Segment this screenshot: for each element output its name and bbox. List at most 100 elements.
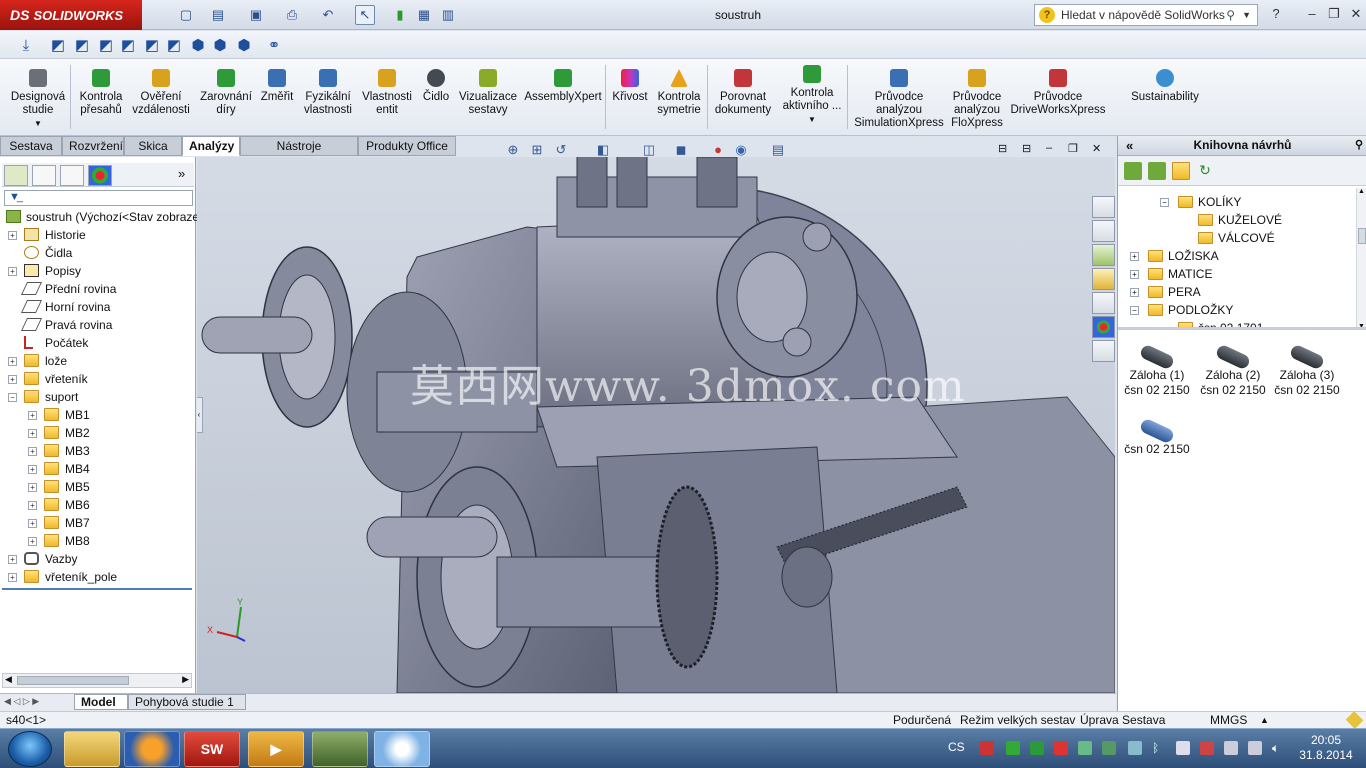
expand-toggle-icon[interactable]: +: [28, 429, 37, 438]
view-left-icon[interactable]: ◩: [96, 35, 116, 55]
view-bottom-icon[interactable]: ◩: [164, 35, 184, 55]
explorer-taskbar-icon[interactable]: [64, 731, 120, 767]
appearances-icon[interactable]: [1092, 316, 1115, 338]
expand-toggle-icon[interactable]: +: [1130, 252, 1139, 261]
expand-toggle-icon[interactable]: +: [28, 519, 37, 528]
tile-vertical-icon[interactable]: ⊟: [1022, 142, 1031, 155]
tab-skica[interactable]: Skica: [124, 136, 182, 156]
close-button[interactable]: ✕: [1346, 6, 1366, 24]
view-settings-icon[interactable]: ▤: [770, 142, 786, 158]
expand-toggle-icon[interactable]: +: [28, 411, 37, 420]
rollback-bar[interactable]: [2, 588, 192, 590]
expand-panel-icon[interactable]: »: [178, 166, 185, 181]
clock[interactable]: 20:05 31.8.2014: [1296, 733, 1356, 763]
expand-toggle-icon[interactable]: +: [8, 555, 17, 564]
open-icon[interactable]: ▤: [208, 5, 228, 25]
hole-alignment-button[interactable]: Zarovnání díry: [196, 63, 256, 133]
expand-toggle-icon[interactable]: +: [8, 231, 17, 240]
panel-collapse-handle[interactable]: ‹: [197, 397, 203, 433]
isometric-icon[interactable]: ⬢: [188, 35, 208, 55]
appearance-icon[interactable]: ●: [710, 142, 726, 158]
zoom-area-icon[interactable]: ⊞: [529, 142, 545, 158]
zoom-to-fit-icon[interactable]: ⊕: [505, 142, 521, 158]
bluetooth-icon[interactable]: ᛒ: [1152, 741, 1166, 755]
scene-icon[interactable]: ◉: [733, 142, 749, 158]
search-icon[interactable]: ⚲: [1226, 5, 1235, 25]
view-palette-icon[interactable]: [1092, 292, 1115, 314]
status-units[interactable]: MMGS: [1210, 712, 1247, 729]
compare-documents-button[interactable]: Porovnat dokumenty: [710, 63, 776, 133]
graphics-area[interactable]: Y X ‹: [197, 157, 1115, 693]
tray-square-icon[interactable]: [1030, 741, 1044, 755]
section-view-icon[interactable]: ◧: [595, 142, 611, 158]
tag-icon[interactable]: [1345, 711, 1364, 729]
tray-flag-icon[interactable]: [1200, 741, 1214, 755]
language-indicator[interactable]: CS: [948, 740, 965, 754]
tab-rozvrzeni[interactable]: Rozvržení: [62, 136, 124, 156]
restore-button[interactable]: ❐: [1324, 6, 1344, 24]
sensor-button[interactable]: Čidlo: [418, 63, 454, 133]
tab-produkty-office[interactable]: Produkty Office: [358, 136, 456, 156]
expand-toggle-icon[interactable]: +: [28, 447, 37, 456]
check-active-document-button[interactable]: Kontrola aktivního ... ▼: [778, 59, 846, 129]
tab-scroll-arrows[interactable]: ◀ ◁ ▷ ▶: [4, 696, 39, 707]
solidworks-logo[interactable]: DS SOLIDWORKS: [0, 0, 142, 30]
tray-pdf-icon[interactable]: [1054, 741, 1068, 755]
normal-to-icon[interactable]: ⤓: [16, 35, 36, 55]
expand-toggle-icon[interactable]: +: [28, 501, 37, 510]
undo-icon[interactable]: ↶: [318, 5, 338, 25]
tab-sestava[interactable]: Sestava: [0, 136, 62, 156]
tray-files-icon[interactable]: [1224, 741, 1238, 755]
view-right-icon[interactable]: ◩: [118, 35, 138, 55]
expand-toggle-icon[interactable]: −: [1130, 306, 1139, 315]
mass-properties-button[interactable]: Fyzikální vlastnosti: [298, 63, 358, 133]
start-button[interactable]: [8, 731, 52, 767]
tab-analyzy[interactable]: Analýzy: [182, 136, 240, 156]
sustainability-button[interactable]: Sustainability: [1126, 63, 1204, 133]
driveworksxpress-button[interactable]: Průvodce DriveWorksXpress: [1008, 63, 1108, 133]
tab-motion-study-1[interactable]: Pohybová studie 1: [128, 694, 246, 710]
library-part[interactable]: Záloha (1) čsn 02 2150: [1122, 343, 1192, 398]
expand-toggle-icon[interactable]: +: [8, 357, 17, 366]
tile-horizontal-icon[interactable]: ⊟: [998, 142, 1007, 155]
units-chevron-icon[interactable]: ▲: [1260, 712, 1269, 729]
options-icon[interactable]: ▥: [438, 5, 458, 25]
expand-toggle-icon[interactable]: +: [8, 375, 17, 384]
help-search-input[interactable]: ? Hledat v nápovědě SolidWorks ⚲ ▼: [1034, 4, 1258, 26]
feature-tree-tab-icon[interactable]: [4, 165, 28, 186]
configuration-manager-tab-icon[interactable]: [60, 165, 84, 186]
view-orientation-icon[interactable]: ◫: [641, 142, 657, 158]
tray-shield-icon[interactable]: [980, 741, 994, 755]
symmetry-check-button[interactable]: Kontrola symetrie: [652, 63, 706, 133]
solidworks-taskbar-icon[interactable]: SW: [184, 731, 240, 767]
expand-toggle-icon[interactable]: +: [8, 573, 17, 582]
select-arrow-icon[interactable]: ↖: [355, 5, 375, 25]
expand-toggle-icon[interactable]: −: [8, 393, 17, 402]
print-icon[interactable]: ⎙: [282, 5, 302, 25]
collapse-panel-icon[interactable]: «: [1126, 136, 1133, 155]
expand-toggle-icon[interactable]: +: [28, 483, 37, 492]
view-front-icon[interactable]: ◩: [48, 35, 68, 55]
horizontal-scrollbar[interactable]: ◀ ▶: [2, 673, 192, 688]
curvature-button[interactable]: Křivost: [610, 63, 650, 133]
new-document-icon[interactable]: ▢: [176, 5, 196, 25]
library-part[interactable]: Záloha (3) čsn 02 2150: [1272, 343, 1342, 398]
assembly-visualization-button[interactable]: Vizualizace sestavy: [456, 63, 520, 133]
chevron-down-icon[interactable]: ▼: [1242, 5, 1251, 25]
firefox-taskbar-icon[interactable]: [124, 731, 180, 767]
doc-close-icon[interactable]: ✕: [1092, 142, 1101, 155]
tray-monitor-icon[interactable]: [1102, 741, 1116, 755]
measure-button[interactable]: Změřit: [256, 63, 298, 133]
assemblyxpert-button[interactable]: AssemblyXpert: [524, 63, 602, 133]
link-views-icon[interactable]: ⚭: [264, 35, 284, 55]
expand-toggle-icon[interactable]: +: [1130, 270, 1139, 279]
design-library-icon[interactable]: [1092, 244, 1115, 266]
screen-capture-taskbar-icon[interactable]: [312, 731, 368, 767]
expand-toggle-icon[interactable]: +: [28, 537, 37, 546]
section-properties-button[interactable]: Vlastnosti entit: [358, 63, 416, 133]
design-study-button[interactable]: Designová studie ▼: [4, 63, 72, 133]
floxpress-button[interactable]: Průvodce analýzou FloXpress: [948, 63, 1006, 133]
add-to-library-icon[interactable]: [1124, 162, 1142, 180]
custom-properties-icon[interactable]: [1092, 340, 1115, 362]
media-player-taskbar-icon[interactable]: ▶: [248, 731, 304, 767]
